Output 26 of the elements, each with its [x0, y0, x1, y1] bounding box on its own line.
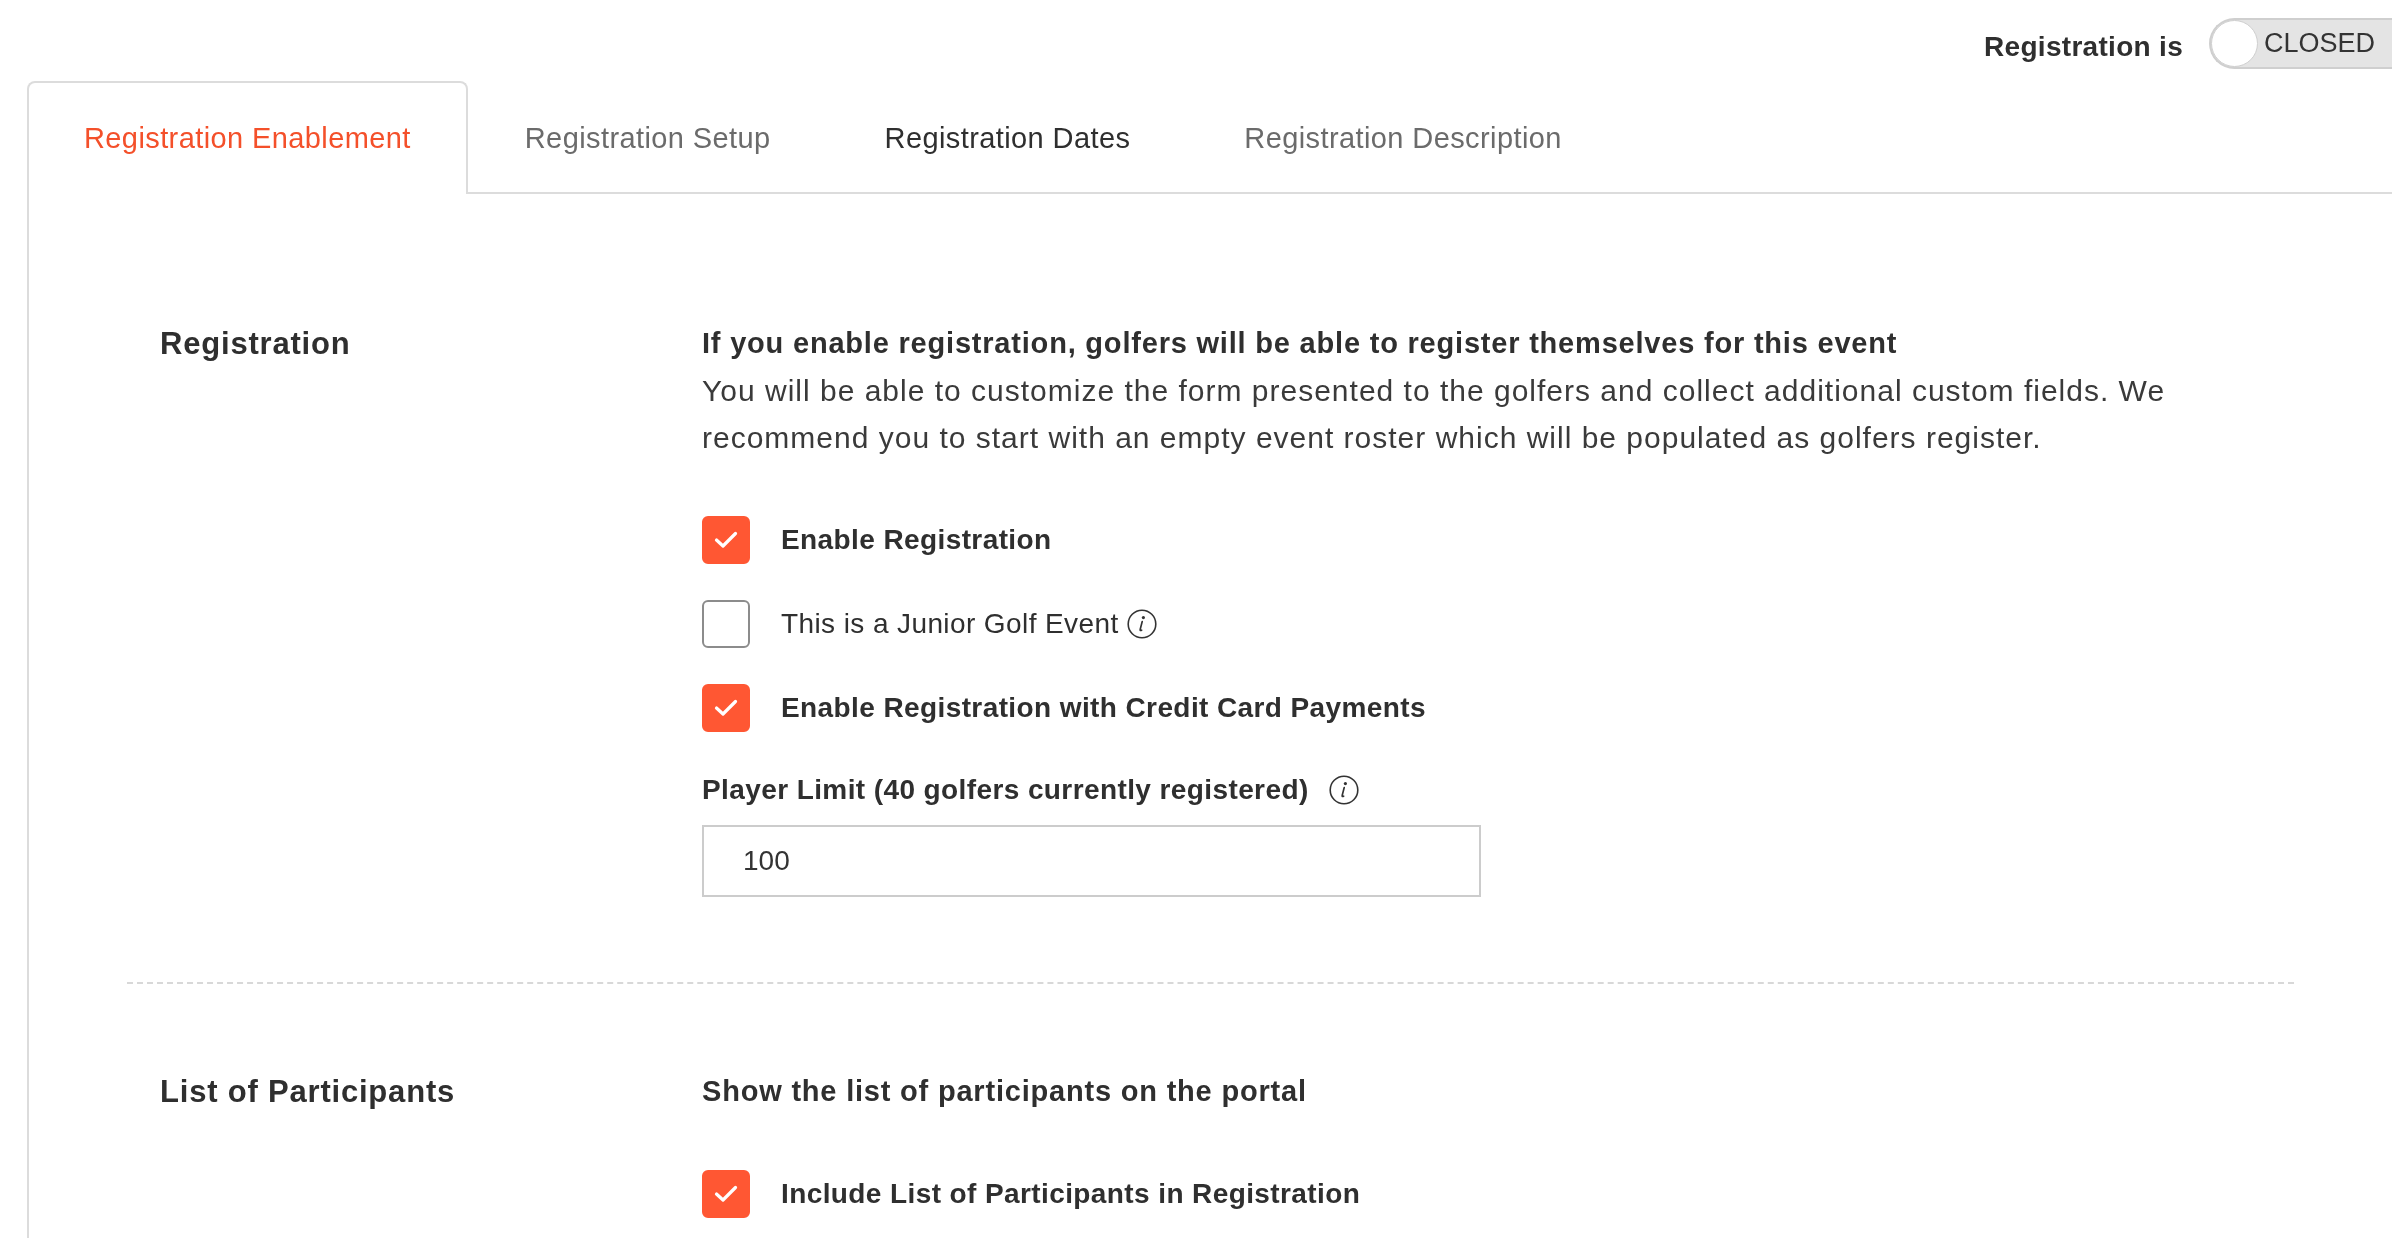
section-description: You will be able to customize the form presented to the golfers and collect additional custom fields. We recommend you to start with an empty event roster which will be populated as golfers register. [702, 373, 2167, 456]
field-label: Player Limit (40 golfers currently registered) [702, 773, 1309, 807]
section-title: List of Participants [160, 1073, 457, 1111]
checkbox[interactable] [702, 600, 750, 648]
status-label: Registration is [1984, 30, 2183, 64]
checkbox-label: This is a Junior Golf Event [781, 607, 1119, 641]
check-icon [714, 1185, 738, 1203]
checkbox[interactable] [702, 1170, 750, 1218]
tab[interactable]: Registration Setup [467, 81, 828, 194]
checkbox-label: Include List of Participants in Registration [781, 1177, 1361, 1211]
section-heading: If you enable registration, golfers will be able to register themselves for this event [702, 326, 1898, 361]
section-title: Registration [160, 325, 352, 363]
checkbox-label: Enable Registration with Credit Card Payments [781, 691, 1427, 725]
player-limit-input[interactable]: 100 [702, 825, 1481, 897]
status-toggle[interactable]: CLOSED [2209, 18, 2392, 69]
info-icon[interactable] [1126, 609, 1157, 639]
checkbox[interactable] [702, 516, 750, 564]
check-icon [714, 699, 738, 717]
info-icon[interactable] [1328, 775, 1359, 805]
tab[interactable]: Registration Dates [827, 81, 1188, 194]
checkbox-label: Enable Registration [781, 523, 1052, 557]
tab[interactable]: Registration Description [1187, 81, 1619, 194]
section-heading: Show the list of participants on the portal [702, 1074, 1307, 1109]
toggle-knob-icon [2211, 20, 2258, 67]
checkbox[interactable] [702, 684, 750, 732]
check-icon [714, 531, 738, 549]
